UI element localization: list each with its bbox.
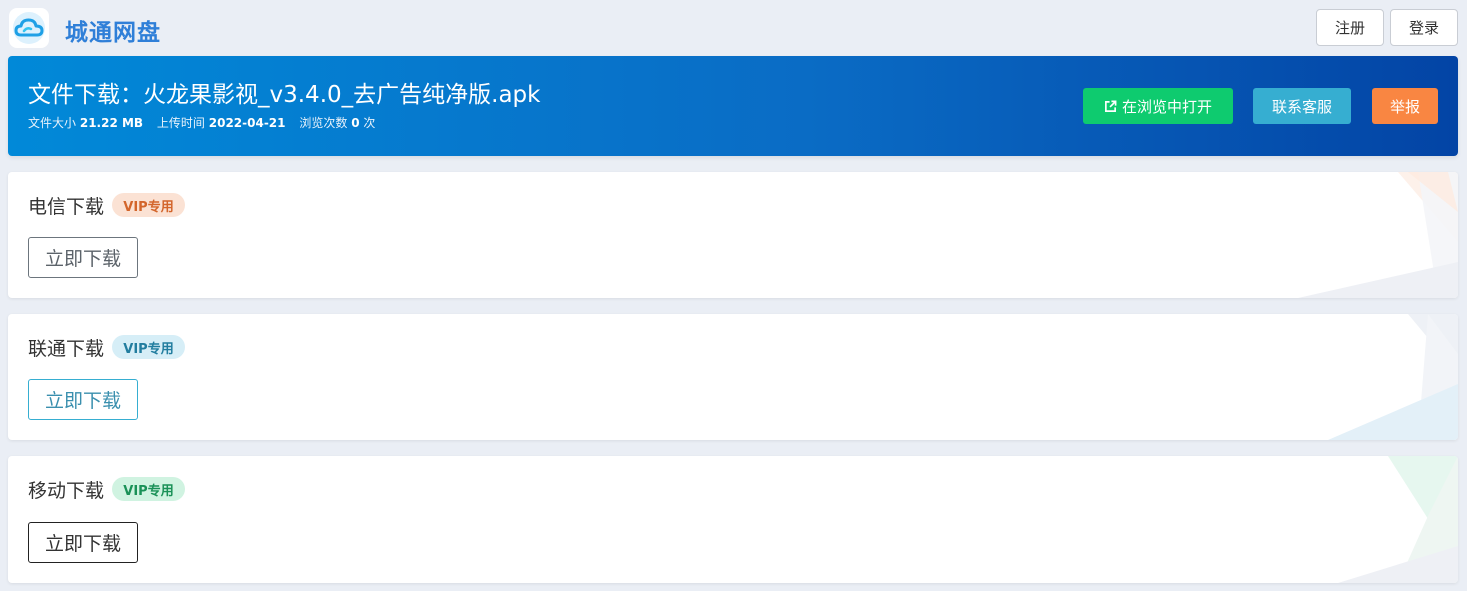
view-count-unit: 次 xyxy=(363,116,376,130)
download-card-unicom: 联通下载 VIP专用 立即下载 xyxy=(8,314,1458,440)
file-size-label: 文件大小 xyxy=(28,116,77,130)
card-decoration xyxy=(1338,456,1458,583)
view-count-value: 0 xyxy=(351,116,360,130)
vip-badge: VIP专用 xyxy=(112,193,185,217)
vip-badge: VIP专用 xyxy=(112,335,185,359)
download-card-title: 联通下载 xyxy=(28,338,105,360)
open-in-browser-button[interactable]: 在浏览中打开 xyxy=(1083,88,1233,124)
download-card-mobile: 移动下载 VIP专用 立即下载 xyxy=(8,456,1458,583)
file-title: 文件下载：火龙果影视_v3.4.0_去广告纯净版.apk xyxy=(28,82,541,108)
view-count-label: 浏览次数 xyxy=(299,116,348,130)
download-now-button[interactable]: 立即下载 xyxy=(28,237,138,278)
upload-time-value: 2022-04-21 xyxy=(208,116,286,130)
download-card-telecom: 电信下载 VIP专用 立即下载 xyxy=(8,172,1458,298)
register-button[interactable]: 注册 xyxy=(1316,9,1384,46)
download-card-title: 移动下载 xyxy=(28,480,105,502)
login-button[interactable]: 登录 xyxy=(1390,9,1458,46)
file-meta: 文件大小 21.22 MB 上传时间 2022-04-21 浏览次数 0 次 xyxy=(28,114,375,131)
cloud-icon xyxy=(13,12,45,44)
logo[interactable] xyxy=(9,8,49,48)
card-decoration xyxy=(1328,314,1458,440)
report-button[interactable]: 举报 xyxy=(1372,88,1438,124)
download-now-button[interactable]: 立即下载 xyxy=(28,379,138,420)
top-bar: 城通网盘 注册 登录 xyxy=(0,0,1467,56)
external-link-icon xyxy=(1105,100,1117,112)
open-in-browser-label: 在浏览中打开 xyxy=(1121,97,1212,116)
file-banner: 文件下载：火龙果影视_v3.4.0_去广告纯净版.apk 文件大小 21.22 … xyxy=(8,56,1458,156)
upload-time-label: 上传时间 xyxy=(156,116,205,130)
site-name[interactable]: 城通网盘 xyxy=(65,13,161,47)
file-size-value: 21.22 MB xyxy=(79,116,144,130)
vip-badge: VIP专用 xyxy=(112,477,185,501)
card-decoration xyxy=(1298,172,1458,298)
download-now-button[interactable]: 立即下载 xyxy=(28,522,138,563)
contact-service-button[interactable]: 联系客服 xyxy=(1253,88,1351,124)
download-card-title: 电信下载 xyxy=(28,196,105,218)
